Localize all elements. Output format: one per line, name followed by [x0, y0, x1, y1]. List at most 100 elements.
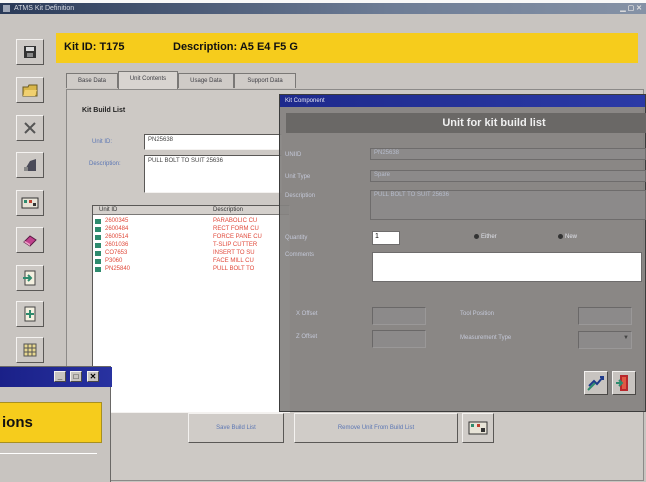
x-offset-field — [372, 307, 426, 325]
cancel-icon — [24, 122, 36, 134]
column-description[interactable]: Description — [213, 207, 243, 213]
radio-dot-icon — [474, 234, 479, 239]
eraser-button[interactable] — [16, 227, 44, 253]
kit-icon — [468, 421, 488, 435]
radio-new-label: New — [565, 234, 578, 241]
table-row[interactable]: CO7653 INSERT TO SU — [93, 250, 289, 257]
kit-component-dialog: Kit Component Unit for kit build list UN… — [279, 94, 646, 412]
build-list-table[interactable]: Unit ID Description 2600345 PARABOLIC CU … — [92, 205, 290, 413]
measurement-type-label: Measurement Type — [460, 335, 512, 341]
dialog-title: Kit Component — [280, 95, 645, 107]
row-icon — [95, 259, 101, 264]
row-description: RECT FORM CU — [213, 226, 259, 232]
remove-unit-button[interactable]: Remove Unit From Build List — [294, 413, 458, 443]
table-row[interactable]: 2600514 FORCE PANE CU — [93, 234, 289, 241]
tab-unit-contents[interactable]: Unit Contents — [118, 71, 178, 89]
chart-button[interactable] — [16, 152, 44, 178]
maximize-button[interactable]: □ — [70, 371, 82, 382]
quantity-label: Quantity — [285, 235, 308, 241]
chevron-down-icon: ▼ — [623, 335, 629, 341]
table-row[interactable]: 2600345 PARABOLIC CU — [93, 218, 289, 225]
radio-new[interactable]: New — [558, 234, 577, 240]
column-unit-id[interactable]: Unit ID — [99, 207, 117, 213]
z-offset-field — [372, 330, 426, 348]
grid-icon — [23, 343, 37, 357]
accept-icon — [587, 376, 604, 391]
row-unit-id: PN25840 — [105, 266, 131, 272]
row-icon — [95, 267, 101, 272]
tab-base-data[interactable]: Base Data — [66, 73, 118, 88]
table-row[interactable]: P3060 FACE MILL CU — [93, 258, 289, 265]
tool-position-label: Tool Position — [460, 311, 495, 317]
build-list-title: Kit Build List — [82, 107, 126, 114]
unit-type-label: Unit Type — [285, 174, 311, 180]
title-bar: ATMS Kit Definition ▁ ▢ ✕ — [0, 3, 646, 14]
import-button[interactable] — [16, 265, 44, 291]
minimize-button[interactable]: _ — [54, 371, 66, 382]
comments-field[interactable] — [372, 252, 642, 282]
grid-button[interactable] — [16, 337, 44, 363]
row-icon — [95, 243, 101, 248]
row-unit-id: 2601036 — [105, 242, 129, 248]
tab-usage-data[interactable]: Usage Data — [178, 73, 234, 88]
list-header: Unit ID Description — [93, 206, 289, 215]
app-icon — [3, 5, 10, 12]
open-button[interactable] — [16, 77, 44, 103]
row-unit-id: P3060 — [105, 258, 123, 264]
close-button[interactable]: ✕ — [87, 371, 99, 382]
row-unit-id: 2600345 — [105, 218, 129, 224]
add-component-icon — [24, 306, 36, 322]
description-label: Description — [285, 193, 316, 199]
table-row[interactable]: 2600484 RECT FORM CU — [93, 226, 289, 233]
row-description: PULL BOLT TO — [213, 266, 255, 272]
kit-icon — [21, 197, 39, 209]
maximize-icon: □ — [73, 372, 79, 381]
cancel-button[interactable] — [16, 115, 44, 141]
radio-dot-icon — [558, 234, 563, 239]
exit-button[interactable] — [612, 371, 636, 395]
window-controls[interactable]: ▁ ▢ ✕ — [620, 3, 642, 14]
eraser-icon — [23, 235, 37, 247]
x-offset-label: X Offset — [296, 311, 318, 317]
comments-label: Comments — [285, 252, 315, 258]
accept-button[interactable] — [584, 371, 608, 395]
unit-id-field: PN25638 — [370, 148, 646, 160]
unit-id-label: Unit ID: — [92, 139, 113, 145]
quantity-field[interactable]: 1 — [372, 231, 400, 245]
radio-either-label: Either — [481, 234, 497, 241]
kit-id-label: Kit ID: T175 — [64, 41, 125, 53]
row-description: FACE MILL CU — [213, 258, 254, 264]
save-icon — [24, 46, 36, 58]
minimize-icon: _ — [57, 372, 63, 381]
row-unit-id: CO7653 — [105, 250, 128, 256]
row-icon — [95, 235, 101, 240]
close-icon: ✕ — [89, 372, 97, 381]
tab-support-data[interactable]: Support Data — [234, 73, 296, 88]
row-description: PARABOLIC CU — [213, 218, 258, 224]
add-component-button[interactable] — [16, 301, 44, 327]
description-field: PULL BOLT TO SUIT 25636 — [370, 190, 646, 220]
import-icon — [23, 270, 36, 286]
chart-icon — [24, 159, 36, 171]
kit-button-bottom[interactable] — [462, 413, 494, 443]
open-folder-icon — [22, 84, 38, 97]
row-unit-id: 2600484 — [105, 226, 129, 232]
table-row[interactable]: PN25840 PULL BOLT TO — [93, 266, 289, 273]
kit-button[interactable] — [16, 190, 44, 216]
exit-door-icon — [616, 375, 628, 391]
background-window-header: ions — [0, 402, 102, 443]
save-button[interactable] — [16, 39, 44, 65]
main-window: ATMS Kit Definition ▁ ▢ ✕ Kit ID: T175 D… — [0, 0, 646, 482]
description-field[interactable]: PULL BOLT TO SUIT 25636 — [144, 155, 282, 193]
radio-either[interactable]: Either — [474, 234, 497, 240]
table-row[interactable]: 2601036 T-SLIP CUTTER — [93, 242, 289, 249]
unit-id-field[interactable]: PN25638 — [144, 134, 282, 150]
row-description: T-SLIP CUTTER — [213, 242, 258, 248]
kit-header: Kit ID: T175 Description: A5 E4 F5 G — [56, 33, 638, 63]
window-title: ATMS Kit Definition — [14, 5, 75, 12]
row-unit-id: 2600514 — [105, 234, 129, 240]
row-icon — [95, 227, 101, 232]
measurement-type-select: ▼ — [578, 331, 632, 349]
save-build-list-button[interactable]: Save Build List — [188, 413, 284, 443]
z-offset-label: Z Offset — [296, 334, 318, 340]
